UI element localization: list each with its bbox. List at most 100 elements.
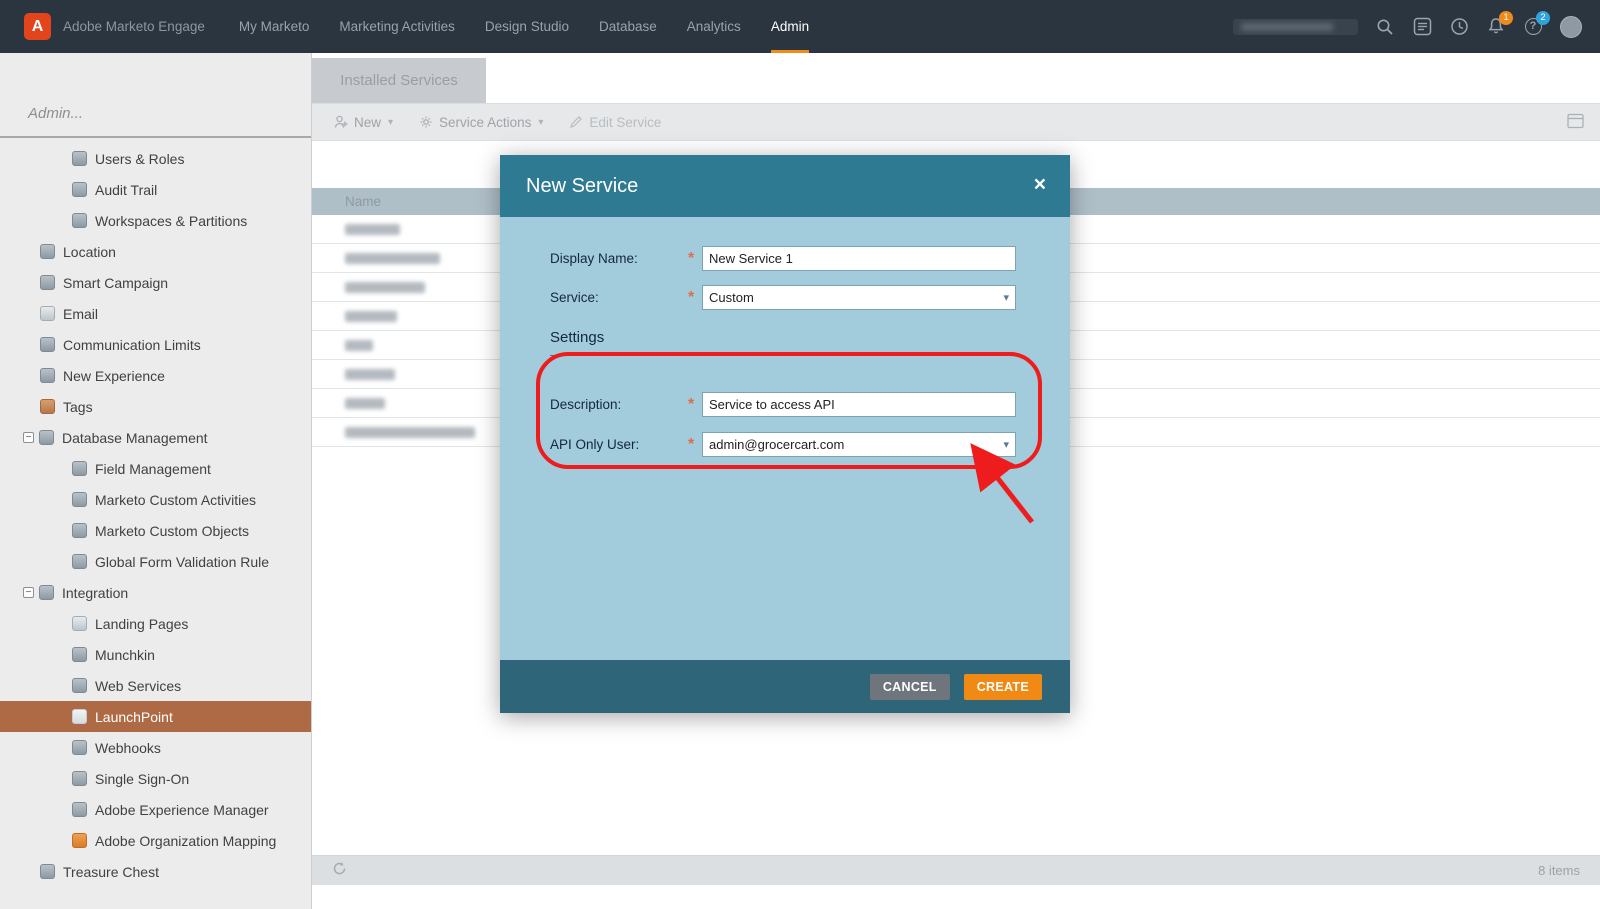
service-select-value: Custom (709, 290, 754, 305)
sidebar-item-location[interactable]: Location (0, 236, 311, 267)
location-icon (40, 244, 55, 259)
sidebar-item-users-roles[interactable]: Users & Roles (0, 143, 311, 174)
sidebar-item-landing-pages[interactable]: Landing Pages (0, 608, 311, 639)
display-name-label: Display Name: (550, 251, 688, 266)
email-icon (40, 306, 55, 321)
landing-pages-icon (72, 616, 87, 631)
sidebar-item-workspaces-partitions[interactable]: Workspaces & Partitions (0, 205, 311, 236)
sidebar-item-label: Adobe Organization Mapping (95, 833, 276, 849)
sidebar-item-database-management[interactable]: − Database Management (0, 422, 311, 453)
sidebar-item-label: Single Sign-On (95, 771, 189, 787)
modal-footer: CANCEL CREATE (500, 660, 1070, 713)
search-icon[interactable] (1375, 17, 1395, 37)
description-row: Description: * (550, 392, 1016, 417)
sidebar-item-email[interactable]: Email (0, 298, 311, 329)
api-only-user-select[interactable]: admin@grocercart.com ▾ (702, 432, 1016, 457)
create-button[interactable]: CREATE (964, 674, 1042, 700)
service-select[interactable]: Custom ▾ (702, 285, 1016, 310)
sidebar-tree: Users & Roles Audit Trail Workspaces & Par… (0, 138, 311, 887)
description-input[interactable] (702, 392, 1016, 417)
sidebar-item-field-management[interactable]: Field Management (0, 453, 311, 484)
sidebar-item-label: Marketo Custom Activities (95, 492, 256, 508)
workspaces-icon (72, 213, 87, 228)
communication-limits-icon (40, 337, 55, 352)
sidebar-item-label: Workspaces & Partitions (95, 213, 247, 229)
required-asterisk-icon: * (688, 392, 702, 417)
help-badge: 2 (1536, 11, 1550, 25)
sidebar-item-adobe-experience-manager[interactable]: Adobe Experience Manager (0, 794, 311, 825)
sidebar-item-audit-trail[interactable]: Audit Trail (0, 174, 311, 205)
search-input-redacted[interactable] (1233, 19, 1358, 35)
integration-icon (39, 585, 54, 600)
admin-sidebar: Admin... Users & Roles Audit Trail Workspa… (0, 53, 312, 909)
help-icon[interactable]: ? 2 (1523, 17, 1543, 37)
sidebar-item-launchpoint[interactable]: LaunchPoint (0, 701, 311, 732)
topbar-right-cluster: 1 ? 2 (1233, 0, 1582, 53)
close-icon[interactable]: × (1034, 172, 1046, 198)
sidebar-item-webhooks[interactable]: Webhooks (0, 732, 311, 763)
nav-my-marketo[interactable]: My Marketo (239, 0, 310, 53)
sidebar-item-marketo-custom-activities[interactable]: Marketo Custom Activities (0, 484, 311, 515)
sidebar-item-adobe-organization-mapping[interactable]: Adobe Organization Mapping (0, 825, 311, 856)
adobe-experience-manager-icon (72, 802, 87, 817)
sidebar-item-label: Global Form Validation Rule (95, 554, 269, 570)
database-management-icon (39, 430, 54, 445)
notifications-bell-icon[interactable]: 1 (1486, 17, 1506, 37)
nav-marketing-activities[interactable]: Marketing Activities (339, 0, 455, 53)
brand-title: Adobe Marketo Engage (63, 19, 205, 34)
nav-admin[interactable]: Admin (771, 0, 809, 53)
users-roles-icon (72, 151, 87, 166)
collapse-toggle-icon[interactable]: − (23, 587, 34, 598)
sidebar-item-label: Email (63, 306, 98, 322)
sidebar-item-single-sign-on[interactable]: Single Sign-On (0, 763, 311, 794)
api-only-user-label: API Only User: (550, 437, 688, 452)
sidebar-item-label: Integration (62, 585, 128, 601)
sidebar-item-label: Field Management (95, 461, 211, 477)
form-validation-icon (72, 554, 87, 569)
modal-title: New Service (526, 175, 638, 198)
sidebar-item-label: Munchkin (95, 647, 155, 663)
sidebar-item-integration[interactable]: − Integration (0, 577, 311, 608)
collapse-toggle-icon[interactable]: − (23, 432, 34, 443)
sidebar-item-communication-limits[interactable]: Communication Limits (0, 329, 311, 360)
sidebar-item-new-experience[interactable]: New Experience (0, 360, 311, 391)
sidebar-item-smart-campaign[interactable]: Smart Campaign (0, 267, 311, 298)
nav-design-studio[interactable]: Design Studio (485, 0, 569, 53)
tasks-icon[interactable] (1412, 17, 1432, 37)
single-sign-on-icon (72, 771, 87, 786)
api-only-user-value: admin@grocercart.com (709, 437, 844, 452)
notification-badge: 1 (1499, 11, 1513, 25)
nav-database[interactable]: Database (599, 0, 657, 53)
sidebar-item-label: Database Management (62, 430, 208, 446)
sidebar-item-treasure-chest[interactable]: Treasure Chest (0, 856, 311, 887)
smart-campaign-icon (40, 275, 55, 290)
sidebar-item-label: Treasure Chest (63, 864, 159, 880)
sidebar-item-label: Audit Trail (95, 182, 157, 198)
sidebar-item-munchkin[interactable]: Munchkin (0, 639, 311, 670)
sidebar-item-global-form-validation-rule[interactable]: Global Form Validation Rule (0, 546, 311, 577)
sidebar-item-label: New Experience (63, 368, 165, 384)
admin-filter-input[interactable]: Admin... (0, 53, 311, 136)
tags-icon (40, 399, 55, 414)
nav-analytics[interactable]: Analytics (687, 0, 741, 53)
treasure-chest-icon (40, 864, 55, 879)
new-service-modal: New Service × Display Name: * Service: *… (500, 155, 1070, 713)
sidebar-item-tags[interactable]: Tags (0, 391, 311, 422)
custom-activities-icon (72, 492, 87, 507)
sidebar-item-web-services[interactable]: Web Services (0, 670, 311, 701)
description-label: Description: (550, 397, 688, 412)
required-asterisk-icon: * (688, 432, 702, 457)
cancel-button[interactable]: CANCEL (870, 674, 950, 700)
chevron-down-icon: ▾ (1003, 434, 1009, 457)
modal-header: New Service × (500, 155, 1070, 217)
custom-objects-icon (72, 523, 87, 538)
sidebar-item-marketo-custom-objects[interactable]: Marketo Custom Objects (0, 515, 311, 546)
display-name-input[interactable] (702, 246, 1016, 271)
history-clock-icon[interactable] (1449, 17, 1469, 37)
audit-trail-icon (72, 182, 87, 197)
user-avatar[interactable] (1560, 16, 1582, 38)
munchkin-icon (72, 647, 87, 662)
display-name-row: Display Name: * (550, 246, 1016, 271)
field-management-icon (72, 461, 87, 476)
sidebar-item-label: Smart Campaign (63, 275, 168, 291)
